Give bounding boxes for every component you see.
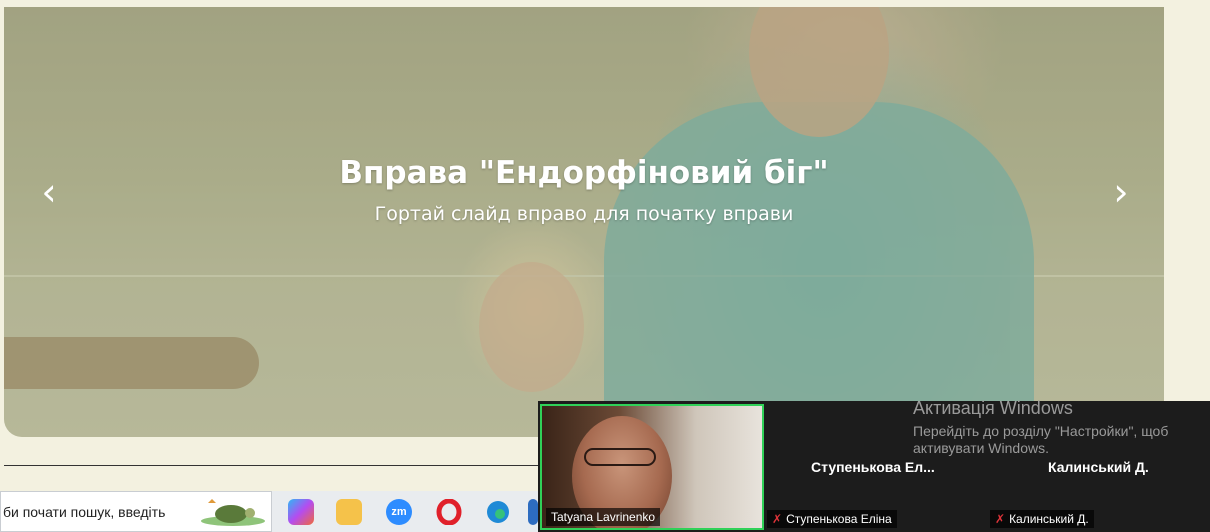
- opera-icon[interactable]: [436, 498, 462, 526]
- windows-taskbar: би почати пошук, введіть zm: [0, 491, 540, 532]
- edge-icon[interactable]: [485, 499, 511, 525]
- zoom-app-icon[interactable]: zm: [386, 499, 412, 525]
- participant-video-tile[interactable]: Tatyana Lavrinenko: [540, 404, 764, 530]
- participant-name-tag: Tatyana Lavrinenko: [546, 508, 661, 526]
- taskbar-partial-icon[interactable]: [528, 499, 538, 525]
- slide-subtitle: Гортай слайд вправо для початку вправи: [374, 203, 794, 225]
- participant-name-tag: ✗ Ступенькова Еліна: [767, 510, 897, 528]
- hero-slider[interactable]: ‹ › Вправа "Ендорфіновий біг" Гортай сла…: [4, 7, 1164, 437]
- participant-name: Калинський Д.: [1009, 512, 1089, 526]
- activation-title: Активація Windows: [913, 398, 1073, 418]
- participant-glasses: [584, 448, 656, 466]
- participant-tile-label: Калинський Д.: [1048, 459, 1149, 475]
- participant-tile-label: Ступенькова Ел...: [811, 459, 935, 475]
- participant-name-tag: ✗ Калинський Д.: [990, 510, 1094, 528]
- slide-title: Вправа "Ендорфіновий біг": [339, 155, 829, 191]
- activation-message: Перейдіть до розділу "Настройки", щоб ак…: [913, 423, 1169, 456]
- search-highlight-turtle-icon: [201, 499, 265, 526]
- mic-muted-icon: ✗: [772, 512, 783, 526]
- file-explorer-icon[interactable]: [336, 499, 362, 525]
- content-divider: [4, 465, 540, 466]
- participant-name: Ступенькова Еліна: [786, 512, 892, 526]
- mic-muted-icon: ✗: [995, 512, 1006, 526]
- copilot-icon[interactable]: [288, 499, 314, 525]
- windows-activation-watermark: Активація Windows Перейдіть до розділу "…: [913, 398, 1203, 457]
